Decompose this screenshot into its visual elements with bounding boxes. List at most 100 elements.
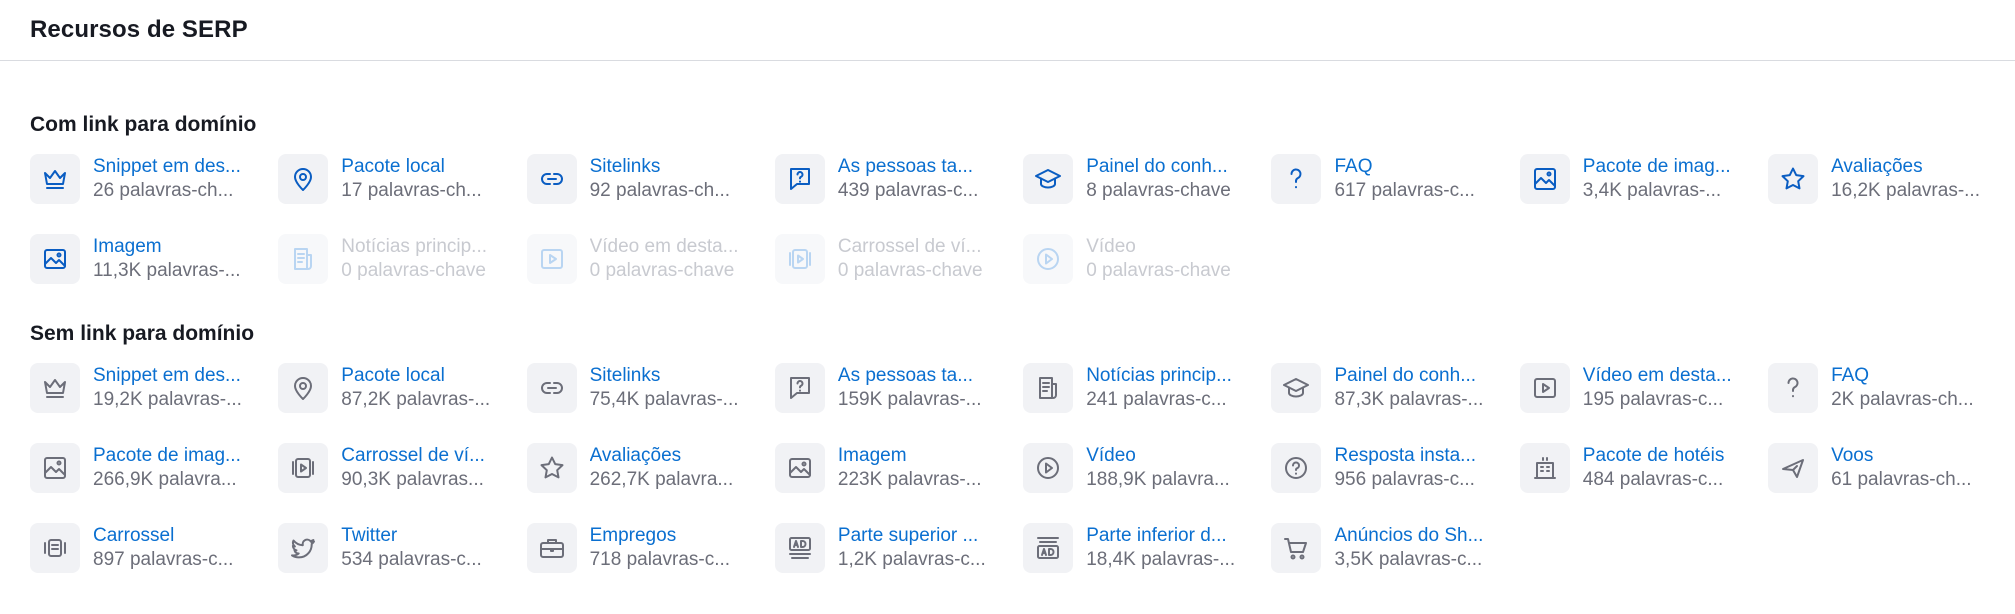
feature-label[interactable]: Voos bbox=[1831, 444, 2008, 468]
feature-text: Vídeo 188,9K palavra... bbox=[1086, 444, 1263, 492]
feature-keyword-count: 61 palavras-ch... bbox=[1831, 468, 1972, 490]
feature-label[interactable]: Imagem bbox=[93, 235, 270, 259]
feature-label[interactable]: Sitelinks bbox=[590, 364, 767, 388]
feature-label[interactable]: Pacote local bbox=[341, 155, 518, 179]
feature-label[interactable]: Pacote local bbox=[341, 364, 518, 388]
serp-feature-anuncios-do-sh[interactable]: Anúncios do Sh... 3,5K palavras-c... bbox=[1271, 521, 1511, 574]
serp-feature-imagem[interactable]: Imagem 11,3K palavras-... bbox=[30, 232, 270, 285]
serp-feature-painel-do-conh[interactable]: Painel do conh... 87,3K palavras-... bbox=[1271, 361, 1511, 414]
feature-label[interactable]: Imagem bbox=[838, 444, 1015, 468]
feature-text: Sitelinks 75,4K palavras-... bbox=[590, 364, 767, 412]
serp-feature-empregos[interactable]: Empregos 718 palavras-c... bbox=[526, 521, 767, 574]
feature-label[interactable]: Twitter bbox=[341, 524, 518, 548]
feature-label[interactable]: Carrossel bbox=[93, 524, 270, 548]
feature-text: Vídeo 0 palavras-chave bbox=[1086, 235, 1263, 283]
serp-feature-carrossel-de-vi[interactable]: Carrossel de ví... 90,3K palavras... bbox=[278, 441, 518, 494]
serp-feature-snippet-em-des[interactable]: Snippet em des... 19,2K palavras-... bbox=[30, 361, 270, 414]
feature-label[interactable]: Anúncios do Sh... bbox=[1334, 524, 1511, 548]
feature-text: Parte superior ... 1,2K palavras-c... bbox=[838, 524, 1015, 572]
feature-text: Vídeo em desta... 0 palavras-chave bbox=[590, 235, 767, 283]
feature-keyword-count: 1,2K palavras-c... bbox=[837, 548, 986, 570]
feature-label[interactable]: Empregos bbox=[590, 524, 767, 548]
plane-icon bbox=[1768, 442, 1819, 493]
star-icon bbox=[1768, 153, 1819, 204]
link-icon bbox=[526, 362, 577, 413]
feature-label[interactable]: Notícias princip... bbox=[1086, 364, 1263, 388]
feature-keyword-count: 0 palavras-chave bbox=[1086, 259, 1231, 281]
page-title: Recursos de SERP bbox=[30, 16, 248, 43]
question-mark-icon bbox=[1271, 153, 1322, 204]
feature-keyword-count: 3,5K palavras-c... bbox=[1334, 548, 1483, 570]
serp-feature-voos[interactable]: Voos 61 palavras-ch... bbox=[1768, 441, 2008, 494]
serp-feature-video[interactable]: Vídeo 188,9K palavra... bbox=[1023, 441, 1263, 494]
page-header: Recursos de SERP bbox=[0, 0, 2015, 61]
feature-label[interactable]: Parte inferior d... bbox=[1086, 524, 1263, 548]
feature-label[interactable]: Vídeo em desta... bbox=[1583, 364, 1760, 388]
serp-feature-faq[interactable]: FAQ 2K palavras-ch... bbox=[1768, 361, 2008, 414]
question-bubble-icon bbox=[774, 153, 825, 204]
feature-keyword-count: 19,2K palavras-... bbox=[93, 388, 242, 410]
feature-keyword-count: 26 palavras-ch... bbox=[93, 179, 234, 201]
serp-feature-avaliacoes[interactable]: Avaliações 262,7K palavra... bbox=[526, 441, 767, 494]
feature-label[interactable]: Avaliações bbox=[590, 444, 767, 468]
feature-label[interactable]: Vídeo bbox=[1086, 444, 1263, 468]
serp-feature-pacote-local[interactable]: Pacote local 17 palavras-ch... bbox=[278, 152, 518, 205]
question-mark-icon bbox=[1768, 362, 1819, 413]
serp-feature-parte-inferior-d[interactable]: Parte inferior d... 18,4K palavras-... bbox=[1023, 521, 1263, 574]
serp-feature-as-pessoas-ta[interactable]: As pessoas ta... 439 palavras-c... bbox=[774, 152, 1015, 205]
feature-label[interactable]: Pacote de hotéis bbox=[1583, 444, 1760, 468]
feature-text: Pacote de imag... 266,9K palavra... bbox=[93, 444, 270, 492]
serp-feature-imagem[interactable]: Imagem 223K palavras-... bbox=[774, 441, 1015, 494]
serp-feature-faq[interactable]: FAQ 617 palavras-c... bbox=[1271, 152, 1511, 205]
feature-label[interactable]: Snippet em des... bbox=[93, 155, 270, 179]
feature-text: FAQ 2K palavras-ch... bbox=[1831, 364, 2008, 412]
feature-label[interactable]: As pessoas ta... bbox=[838, 155, 1015, 179]
video-carousel-icon bbox=[774, 233, 825, 284]
feature-keyword-count: 241 palavras-c... bbox=[1086, 388, 1227, 410]
serp-feature-sitelinks[interactable]: Sitelinks 92 palavras-ch... bbox=[526, 152, 767, 205]
feature-text: Parte inferior d... 18,4K palavras-... bbox=[1086, 524, 1263, 572]
feature-label[interactable]: Sitelinks bbox=[590, 155, 767, 179]
serp-feature-pacote-local[interactable]: Pacote local 87,2K palavras-... bbox=[278, 361, 518, 414]
serp-feature-avaliacoes[interactable]: Avaliações 16,2K palavras-... bbox=[1768, 152, 2008, 205]
briefcase-icon bbox=[526, 522, 577, 573]
serp-feature-twitter[interactable]: Twitter 534 palavras-c... bbox=[278, 521, 518, 574]
serp-feature-carrossel-de-vi: Carrossel de ví... 0 palavras-chave bbox=[774, 232, 1015, 285]
feature-label[interactable]: Pacote de imag... bbox=[93, 444, 270, 468]
feature-keyword-count: 17 palavras-ch... bbox=[341, 179, 482, 201]
graduation-cap-icon bbox=[1023, 153, 1074, 204]
serp-feature-video-em-desta[interactable]: Vídeo em desta... 195 palavras-c... bbox=[1519, 361, 1760, 414]
serp-feature-pacote-de-imag[interactable]: Pacote de imag... 266,9K palavra... bbox=[30, 441, 270, 494]
feature-text: Carrossel de ví... 90,3K palavras... bbox=[341, 444, 518, 492]
ad-bottom-icon bbox=[1023, 522, 1074, 573]
feature-text: Notícias princip... 0 palavras-chave bbox=[341, 235, 518, 283]
video-frame-icon bbox=[526, 233, 577, 284]
serp-feature-sitelinks[interactable]: Sitelinks 75,4K palavras-... bbox=[526, 361, 767, 414]
feature-keyword-count: 92 palavras-ch... bbox=[589, 179, 731, 201]
feature-label[interactable]: Snippet em des... bbox=[93, 364, 270, 388]
ad-top-icon bbox=[774, 522, 825, 573]
feature-label[interactable]: Pacote de imag... bbox=[1583, 155, 1760, 179]
serp-feature-noticias-princip[interactable]: Notícias princip... 241 palavras-c... bbox=[1023, 361, 1263, 414]
feature-label[interactable]: Avaliações bbox=[1831, 155, 2008, 179]
serp-feature-snippet-em-des[interactable]: Snippet em des... 26 palavras-ch... bbox=[30, 152, 270, 205]
serp-feature-carrossel[interactable]: Carrossel 897 palavras-c... bbox=[30, 521, 270, 574]
feature-label[interactable]: Carrossel de ví... bbox=[341, 444, 518, 468]
serp-feature-painel-do-conh[interactable]: Painel do conh... 8 palavras-chave bbox=[1023, 152, 1263, 205]
feature-label[interactable]: As pessoas ta... bbox=[838, 364, 1015, 388]
feature-keyword-count: 87,3K palavras-... bbox=[1334, 388, 1484, 410]
feature-label[interactable]: FAQ bbox=[1831, 364, 2008, 388]
feature-label[interactable]: Parte superior ... bbox=[838, 524, 1015, 548]
serp-feature-parte-superior[interactable]: Parte superior ... 1,2K palavras-c... bbox=[774, 521, 1015, 574]
serp-feature-pacote-de-imag[interactable]: Pacote de imag... 3,4K palavras-... bbox=[1519, 152, 1760, 205]
feature-label[interactable]: FAQ bbox=[1334, 155, 1511, 179]
feature-label[interactable]: Resposta insta... bbox=[1334, 444, 1511, 468]
serp-feature-as-pessoas-ta[interactable]: As pessoas ta... 159K palavras-... bbox=[774, 361, 1015, 414]
feature-label[interactable]: Painel do conh... bbox=[1334, 364, 1511, 388]
serp-feature-pacote-de-hoteis[interactable]: Pacote de hotéis 484 palavras-c... bbox=[1519, 441, 1760, 494]
feature-keyword-count: 75,4K palavras-... bbox=[589, 388, 739, 410]
question-circle-icon bbox=[1271, 442, 1322, 493]
graduation-cap-icon bbox=[1271, 362, 1322, 413]
feature-label[interactable]: Painel do conh... bbox=[1086, 155, 1263, 179]
serp-feature-resposta-insta[interactable]: Resposta insta... 956 palavras-c... bbox=[1271, 441, 1511, 494]
